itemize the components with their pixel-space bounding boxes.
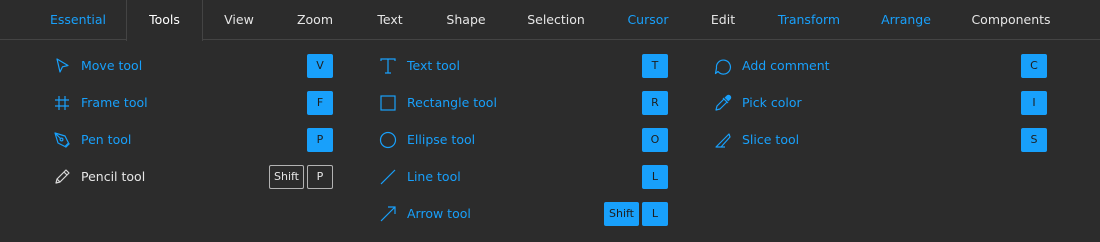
shortcut-row-pen-tool: Pen tool P bbox=[50, 128, 334, 152]
move-icon bbox=[52, 56, 72, 76]
key-badge: I bbox=[1021, 91, 1047, 115]
tab-tools[interactable]: Tools bbox=[126, 0, 203, 41]
eyedropper-icon bbox=[713, 93, 733, 113]
key-badge: C bbox=[1021, 54, 1047, 78]
shortcut-label: Rectangle tool bbox=[407, 95, 497, 110]
shortcut-row-text-tool: Text tool T bbox=[376, 54, 670, 78]
key-badge: P bbox=[307, 165, 333, 189]
shortcut-row-arrow-tool: Arrow tool Shift L bbox=[376, 202, 670, 226]
tab-essential[interactable]: Essential bbox=[30, 0, 126, 40]
tab-components[interactable]: Components bbox=[960, 0, 1062, 40]
frame-icon bbox=[52, 93, 72, 113]
comment-icon bbox=[713, 56, 733, 76]
tab-text[interactable]: Text bbox=[355, 0, 425, 40]
ellipse-icon bbox=[378, 130, 398, 150]
shortcut-row-frame-tool: Frame tool F bbox=[50, 91, 334, 115]
shortcut-row-slice-tool: Slice tool S bbox=[711, 128, 1049, 152]
shortcut-label: Line tool bbox=[407, 169, 461, 184]
key-badge: V bbox=[307, 54, 333, 78]
key-badge: L bbox=[642, 165, 668, 189]
shortcut-row-pencil-tool: Pencil tool Shift P bbox=[50, 165, 334, 189]
tab-shape[interactable]: Shape bbox=[430, 0, 502, 40]
key-badge: L bbox=[642, 202, 668, 226]
tab-transform[interactable]: Transform bbox=[765, 0, 853, 40]
tab-selection[interactable]: Selection bbox=[510, 0, 602, 40]
key-badge: F bbox=[307, 91, 333, 115]
key-badge: S bbox=[1021, 128, 1047, 152]
arrow-icon bbox=[378, 204, 398, 224]
pencil-icon bbox=[52, 167, 72, 187]
tab-zoom[interactable]: Zoom bbox=[278, 0, 352, 40]
shortcut-label: Slice tool bbox=[742, 132, 800, 147]
shortcut-row-move-tool: Move tool V bbox=[50, 54, 334, 78]
shortcut-label: Frame tool bbox=[81, 95, 148, 110]
shortcut-row-add-comment: Add comment C bbox=[711, 54, 1049, 78]
shortcut-label: Ellipse tool bbox=[407, 132, 476, 147]
key-badge: O bbox=[642, 128, 668, 152]
shortcut-label: Move tool bbox=[81, 58, 143, 73]
shortcut-label: Arrow tool bbox=[407, 206, 471, 221]
tab-edit[interactable]: Edit bbox=[690, 0, 756, 40]
text-icon bbox=[378, 56, 398, 76]
slice-icon bbox=[713, 130, 733, 150]
tab-view[interactable]: View bbox=[203, 0, 275, 40]
shortcut-row-ellipse-tool: Ellipse tool O bbox=[376, 128, 670, 152]
tab-arrange[interactable]: Arrange bbox=[865, 0, 947, 40]
tab-cursor[interactable]: Cursor bbox=[610, 0, 686, 40]
shortcut-category-tabs: Essential Tools View Zoom Text Shape Sel… bbox=[0, 0, 1100, 41]
key-badge: Shift bbox=[604, 202, 639, 226]
key-badge: R bbox=[642, 91, 668, 115]
line-icon bbox=[378, 167, 398, 187]
key-badge: T bbox=[642, 54, 668, 78]
shortcut-label: Add comment bbox=[742, 58, 830, 73]
shortcut-row-line-tool: Line tool L bbox=[376, 165, 670, 189]
shortcut-label: Pen tool bbox=[81, 132, 132, 147]
shortcut-label: Pick color bbox=[742, 95, 802, 110]
key-badge: Shift bbox=[269, 165, 304, 189]
shortcut-label: Text tool bbox=[407, 58, 460, 73]
shortcut-row-pick-color: Pick color I bbox=[711, 91, 1049, 115]
key-badge: P bbox=[307, 128, 333, 152]
rectangle-icon bbox=[378, 93, 398, 113]
pen-icon bbox=[52, 130, 72, 150]
shortcut-row-rectangle-tool: Rectangle tool R bbox=[376, 91, 670, 115]
shortcut-label: Pencil tool bbox=[81, 169, 146, 184]
